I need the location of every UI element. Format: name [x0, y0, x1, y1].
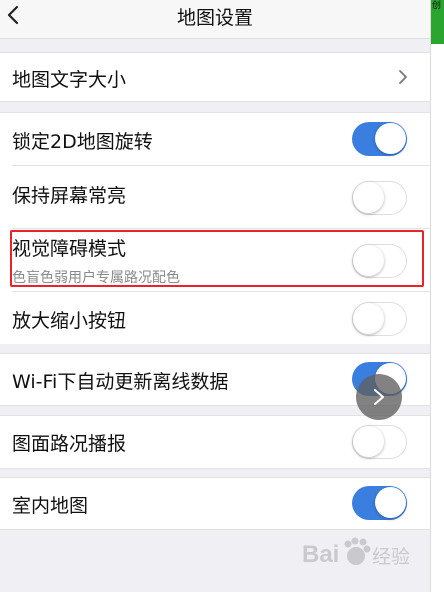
map-settings-screen: 地图设置 地图文字大小 锁定2D地图旋转 保持屏幕常亮 视觉障碍模式 色盲色弱用…: [0, 0, 430, 592]
row-lock-2d-rotation: 锁定2D地图旋转: [0, 113, 430, 165]
row-label: 锁定2D地图旋转: [12, 131, 153, 153]
row-keep-screen-on: 保持屏幕常亮: [0, 166, 430, 228]
edge-text: 创: [432, 1, 442, 11]
row-label: 图面路况播报: [12, 433, 127, 455]
row-zoom-buttons: 放大缩小按钮: [0, 292, 430, 344]
row-label: 放大缩小按钮: [12, 310, 127, 332]
indoor-map-toggle[interactable]: [352, 486, 407, 520]
row-label: 保持屏幕常亮: [12, 185, 127, 207]
chevron-right-icon: [374, 389, 384, 405]
toggle-knob: [353, 303, 384, 334]
row-label: Wi-Fi下自动更新离线数据: [12, 371, 229, 393]
zoom-buttons-toggle[interactable]: [352, 302, 407, 336]
keep-screen-on-toggle[interactable]: [352, 181, 407, 215]
svg-text:Bai: Bai: [302, 541, 339, 568]
svg-text:经验: 经验: [372, 546, 410, 568]
adjacent-window-edge: 创: [430, 0, 444, 592]
traffic-broadcast-section: 图面路况播报: [0, 415, 430, 469]
baidu-watermark: Bai 经验: [300, 530, 430, 580]
page-title: 地图设置: [176, 7, 253, 29]
text-size-section: 地图文字大小: [0, 52, 430, 102]
chevron-right-icon: [399, 70, 407, 84]
baidu-paw-icon: Bai 经验: [302, 537, 410, 568]
toggle-knob: [375, 487, 406, 518]
highlight-box: [10, 230, 424, 287]
traffic-broadcast-toggle[interactable]: [352, 425, 407, 459]
navigation-bar: 地图设置: [0, 0, 430, 39]
row-map-text-size[interactable]: 地图文字大小: [0, 53, 430, 101]
row-label: 地图文字大小: [12, 69, 127, 91]
floating-assist-button[interactable]: [356, 374, 402, 420]
display-settings-section: 锁定2D地图旋转 保持屏幕常亮 视觉障碍模式 色盲色弱用户专属路况配色 放大缩小…: [0, 112, 430, 344]
row-label: 室内地图: [12, 495, 89, 517]
lock-2d-rotation-toggle[interactable]: [352, 122, 407, 156]
indoor-map-section: 室内地图: [0, 477, 430, 530]
row-traffic-broadcast: 图面路况播报: [0, 416, 430, 468]
toggle-knob: [353, 182, 384, 213]
toggle-knob: [353, 426, 384, 457]
row-indoor-map: 室内地图: [0, 478, 430, 529]
toggle-knob: [375, 123, 406, 154]
